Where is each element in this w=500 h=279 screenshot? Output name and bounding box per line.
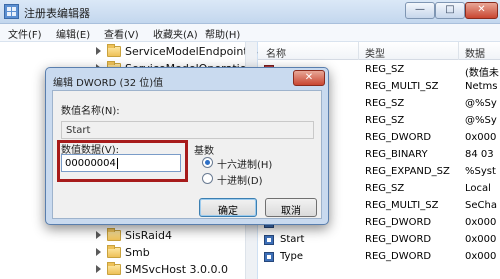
minimize-button[interactable]: — bbox=[405, 2, 435, 19]
binary-value-icon bbox=[264, 252, 274, 262]
window-titlebar: 注册表编辑器 — □ ✕ bbox=[0, 0, 500, 24]
minimize-icon: — bbox=[415, 4, 425, 15]
folder-icon bbox=[107, 262, 121, 275]
ok-button-label: 确定 bbox=[218, 206, 238, 217]
value-type-cell: REG_SZ bbox=[365, 183, 405, 194]
menu-edit[interactable]: 编辑(E) bbox=[56, 26, 90, 41]
tree-item-label: SMSvcHost 3.0.0.0 bbox=[125, 263, 229, 276]
value-type-cell: REG_EXPAND_SZ bbox=[365, 166, 450, 177]
menu-help[interactable]: 帮助(H) bbox=[205, 26, 240, 41]
value-name-field: Start bbox=[61, 121, 314, 139]
value-data-cell: Netms bbox=[465, 81, 498, 92]
menu-bar: 文件(F) 编辑(E) 查看(V) 收藏夹(A) 帮助(H) bbox=[0, 24, 500, 42]
binary-value-icon bbox=[264, 235, 274, 245]
close-button[interactable]: ✕ bbox=[465, 2, 498, 19]
column-divider[interactable] bbox=[458, 42, 459, 60]
value-data-cell: 84 03 bbox=[465, 149, 494, 160]
column-data-header[interactable]: 数据 bbox=[465, 45, 485, 60]
value-data-cell: @%Sy bbox=[465, 98, 497, 109]
value-type-cell: REG_DWORD bbox=[365, 251, 432, 262]
value-type-cell: REG_MULTI_SZ bbox=[365, 200, 439, 211]
tree-item-label: SisRaid4 bbox=[125, 229, 172, 242]
cancel-button-label: 取消 bbox=[281, 206, 301, 217]
maximize-button[interactable]: □ bbox=[435, 2, 465, 19]
column-divider[interactable] bbox=[358, 42, 359, 60]
close-icon: ✕ bbox=[477, 4, 486, 15]
expand-arrow-icon[interactable] bbox=[96, 265, 101, 273]
window-title: 注册表编辑器 bbox=[24, 7, 90, 20]
value-data-cell: 0x000 bbox=[465, 234, 497, 245]
value-type-cell: REG_DWORD bbox=[365, 217, 432, 228]
value-type-cell: REG_SZ bbox=[365, 115, 405, 126]
tree-item-label: Smb bbox=[125, 246, 150, 259]
value-name-label: 数值名称(N): bbox=[61, 106, 120, 117]
value-data-cell: (数值未 bbox=[465, 68, 499, 79]
regedit-icon bbox=[4, 4, 19, 19]
value-name-cell: Start bbox=[280, 234, 305, 245]
value-row[interactable]: Type REG_DWORD 0x000 bbox=[258, 249, 500, 265]
edit-dword-dialog: 编辑 DWORD (32 位)值 ✕ 数值名称(N): Start 数值数据(V… bbox=[45, 67, 329, 225]
expand-arrow-icon[interactable] bbox=[96, 248, 101, 256]
value-data-cell: %Syst bbox=[465, 166, 496, 177]
value-name-cell: Type bbox=[280, 251, 303, 262]
dialog-close-button[interactable]: ✕ bbox=[293, 70, 325, 86]
dialog-title: 编辑 DWORD (32 位)值 bbox=[53, 78, 164, 89]
dialog-body: 数值名称(N): Start 数值数据(V): 00000004 基数 十六进制… bbox=[52, 90, 322, 219]
value-row[interactable]: Start REG_DWORD 0x000 bbox=[258, 232, 500, 248]
column-type-header[interactable]: 类型 bbox=[365, 45, 385, 60]
decimal-radio[interactable] bbox=[202, 173, 213, 184]
folder-icon bbox=[107, 245, 121, 258]
ok-button[interactable]: 确定 bbox=[199, 198, 257, 217]
folder-icon bbox=[107, 228, 121, 241]
maximize-icon: □ bbox=[445, 4, 455, 15]
value-data-cell: Local bbox=[465, 183, 491, 194]
tree-item-label: ServiceModelEndpoint 3 bbox=[125, 45, 259, 58]
column-name-header[interactable]: 名称 bbox=[266, 45, 286, 60]
value-type-cell: REG_SZ bbox=[365, 64, 405, 75]
value-data-cell: 0x000 bbox=[465, 217, 497, 228]
list-header: 名称 类型 数据 bbox=[258, 42, 500, 60]
value-type-cell: REG_SZ bbox=[365, 98, 405, 109]
value-data-cell: 0x000 bbox=[465, 132, 497, 143]
menu-favorites[interactable]: 收藏夹(A) bbox=[153, 26, 198, 41]
base-radio-group: 基数 十六进制(H) 十进制(D) bbox=[194, 142, 312, 187]
cancel-button[interactable]: 取消 bbox=[265, 198, 317, 217]
hex-radio-label[interactable]: 十六进制(H) bbox=[217, 156, 272, 171]
expand-arrow-icon[interactable] bbox=[96, 231, 101, 239]
menu-view[interactable]: 查看(V) bbox=[104, 26, 139, 41]
hex-radio[interactable] bbox=[202, 157, 213, 168]
value-type-cell: REG_DWORD bbox=[365, 234, 432, 245]
value-type-cell: REG_DWORD bbox=[365, 132, 432, 143]
value-name-text: Start bbox=[66, 125, 91, 136]
value-data-cell: 0x000 bbox=[465, 251, 497, 262]
value-data-cell: @%Sy bbox=[465, 115, 497, 126]
decimal-radio-label[interactable]: 十进制(D) bbox=[217, 172, 263, 187]
expand-arrow-icon[interactable] bbox=[96, 47, 101, 55]
value-type-cell: REG_MULTI_SZ bbox=[365, 81, 439, 92]
value-data-cell: SeCha bbox=[465, 200, 497, 211]
close-icon: ✕ bbox=[304, 72, 314, 83]
highlight-box bbox=[57, 140, 188, 182]
base-label: 基数 bbox=[194, 146, 214, 157]
menu-file[interactable]: 文件(F) bbox=[8, 26, 42, 41]
value-type-cell: REG_BINARY bbox=[365, 149, 428, 160]
folder-icon bbox=[107, 44, 121, 57]
